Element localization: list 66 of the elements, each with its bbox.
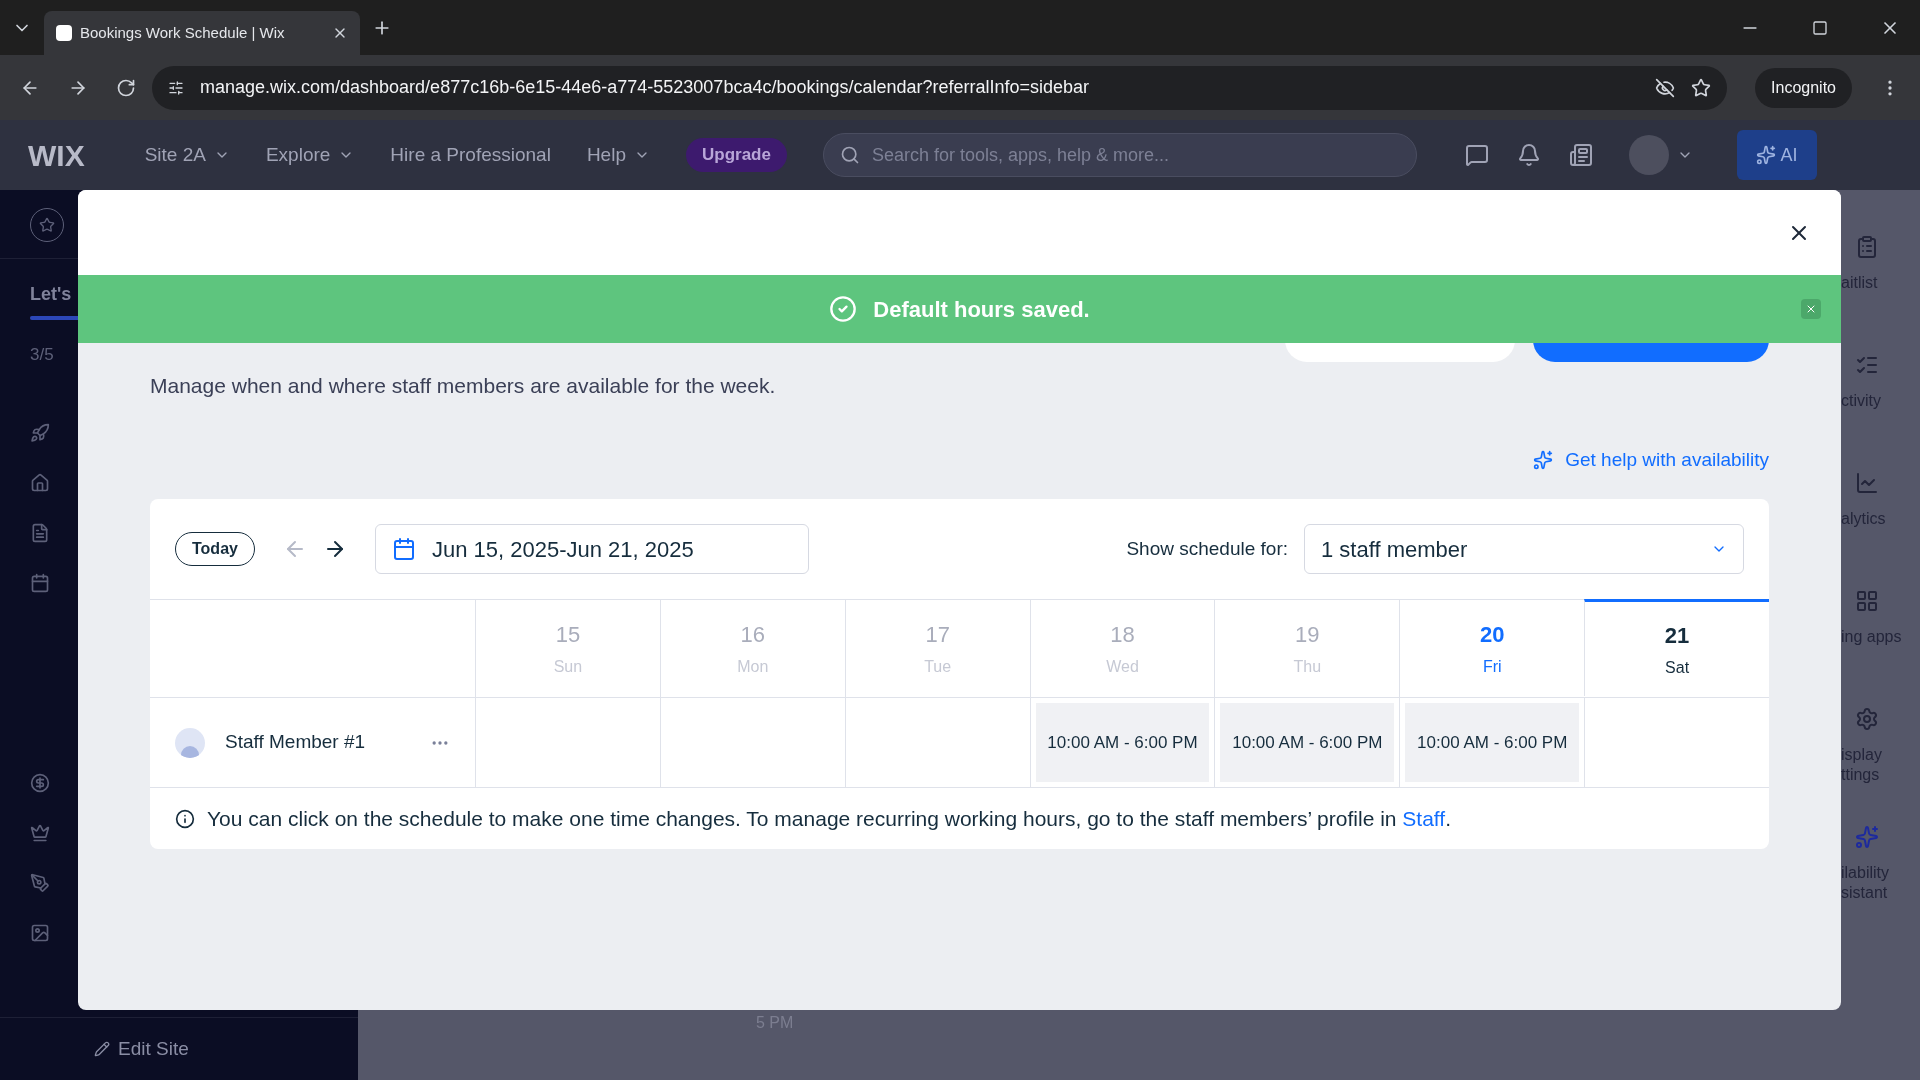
clipboard-icon[interactable] [1855,235,1879,259]
pen-icon[interactable] [30,872,50,893]
document-icon[interactable] [30,522,50,543]
info-icon [175,808,195,829]
pencil-icon [94,1041,110,1057]
hours-slot[interactable]: 10:00 AM - 6:00 PM [1405,703,1580,782]
hours-slot[interactable]: 10:00 AM - 6:00 PM [1220,703,1395,782]
calendar-icon [391,537,416,561]
search-field[interactable]: Search for tools, apps, help & more... [822,133,1417,177]
schedule-note: You can click on the schedule to make one time changes. To manage recurring working hours, go to the staff members’ profile in Staff. [207,805,1451,832]
search-icon [839,145,860,165]
header-menu-item[interactable]: Explore [265,140,355,170]
site-info-icon[interactable] [168,79,184,96]
rocket-icon[interactable] [30,422,50,443]
chart-icon[interactable] [1855,471,1879,495]
dollar-icon[interactable] [30,772,50,793]
image-icon[interactable] [30,922,50,943]
chat-icon[interactable] [1464,143,1489,167]
schedule-cell[interactable] [1584,697,1769,787]
header-menu-item[interactable]: Hire a Professional [390,140,551,170]
incognito-badge[interactable]: Incognito [1755,67,1852,108]
edit-site-button[interactable]: Edit Site [0,1018,189,1080]
hours-slot[interactable]: 10:00 AM - 6:00 PM [1035,703,1210,782]
toast-message: Default hours saved. [873,295,1090,324]
help-link[interactable]: Get help with availability [1533,445,1769,474]
notifications-icon[interactable] [1516,143,1541,167]
search-input[interactable]: Search for tools, apps, help & more... [871,141,1400,169]
reload-icon[interactable] [116,77,136,98]
schedule-cell[interactable] [475,697,660,787]
crown-icon[interactable] [30,822,50,843]
settings-icon[interactable] [1855,707,1879,731]
url-text: manage.wix.com/dashboard/e877c16b-6e15-44e6-a774-5523007bca4c/bookings/calendar?referralInfo=sidebar [200,76,1091,99]
header-menu-item[interactable]: Site 2A [144,140,230,170]
ai-button[interactable]: AI [1736,130,1817,180]
wix-logo[interactable]: WIX [28,132,85,178]
schedule-cell[interactable] [659,697,845,787]
eye-off-icon[interactable] [1655,77,1676,98]
setup-heading: Let's [30,283,72,306]
sparkle-icon [1756,145,1777,165]
show-schedule-label: Show schedule for: [1126,536,1288,561]
star-icon[interactable] [39,217,55,233]
staff-avatar [175,727,205,758]
staff-link[interactable]: Staff [1402,806,1446,830]
tab-title: Bookings Work Schedule | Wix [80,22,286,43]
upgrade-button[interactable]: Upgrade [685,138,787,172]
header-menu-item[interactable]: Help [586,140,650,170]
calendar-icon[interactable] [30,572,50,593]
browser-tab[interactable]: Bookings Work Schedule | Wix [44,11,360,55]
apps-icon[interactable] [1855,589,1879,613]
avatar[interactable] [1628,135,1669,175]
date-range-field[interactable]: Jun 15, 2025-Jun 21, 2025 [374,524,809,574]
restore-icon[interactable] [1812,19,1828,36]
setup-progress-text: 3/5 [30,344,54,366]
day-header[interactable]: 20 Fri [1399,600,1585,697]
staff-name: Staff Member #1 [225,730,367,755]
news-icon[interactable] [1568,143,1593,167]
check-circle-icon [829,295,858,323]
sparkle-icon [1533,449,1554,470]
page-subtitle: Manage when and where staff members are available for the week. [150,373,776,399]
day-header[interactable]: 21 Sat [1584,599,1769,696]
address-bar[interactable]: manage.wix.com/dashboard/e877c16b-6e15-44e6-a774-5523007bca4c/bookings/calendar?referralInfo=sidebar [152,65,1728,110]
schedule-cell[interactable] [844,697,1030,787]
bookmark-icon[interactable] [1691,77,1712,98]
site-favicon-icon [56,25,72,41]
staff-select[interactable]: 1 staff member [1304,524,1744,574]
home-icon[interactable] [30,472,50,493]
